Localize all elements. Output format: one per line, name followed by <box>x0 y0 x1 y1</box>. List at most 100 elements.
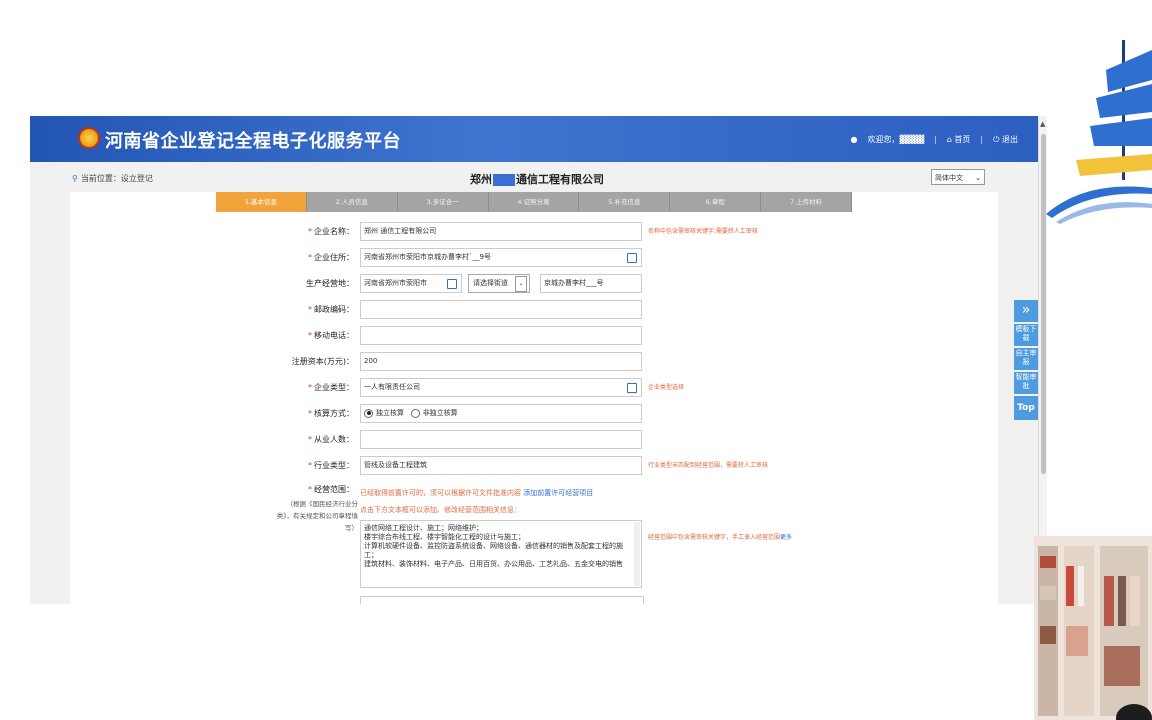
biz-address-region-input[interactable]: 河南省郑州市荥阳市 <box>360 274 462 293</box>
side-expand-button[interactable]: » <box>1014 300 1038 322</box>
accounting-radio-group: 独立核算 非独立核算 <box>360 404 642 423</box>
scope-prelicense-line: 已经取得前置许可的，须可以根据许可文件批准内容 添加前置许可经营项目 <box>360 483 593 503</box>
row-employees: * 从业人数： <box>70 430 998 450</box>
site-title: 河南省企业登记全程电子化服务平台 <box>105 131 401 152</box>
radio-checked-icon <box>364 408 373 418</box>
home-label: 首页 <box>954 135 971 144</box>
company-title: 郑州 通信工程有限公司 <box>470 171 604 187</box>
step-multi-cert[interactable]: 3.多证合一 <box>397 192 489 212</box>
accounting-label: * 核算方式： <box>308 409 354 418</box>
redaction-block <box>493 174 515 186</box>
step-upload[interactable]: 7.上传材料 <box>761 192 853 212</box>
scope-label: * 经营范围： <box>308 485 354 494</box>
scope-hint: 经营范围中包含需审核关键字，手工录入经营范围更多 <box>648 534 793 541</box>
home-link[interactable]: ⌂ 首页 <box>947 134 971 145</box>
address-input[interactable]: 河南省郑州市荥阳市京城办曹李村`__9号 <box>360 248 642 267</box>
radio-non-independent[interactable]: 非独立核算 <box>410 408 458 418</box>
username: ▓▓▓▓ <box>899 135 925 144</box>
industry-input[interactable]: 管线及设备工程建筑 <box>360 456 642 475</box>
company-name-hint: 名称中包含需审核关键字,需要转人工审核 <box>648 228 758 235</box>
employees-label: * 从业人数： <box>308 435 354 444</box>
scope-more-link[interactable]: 更多 <box>780 534 792 541</box>
language-value: 简体中文 <box>935 174 963 182</box>
next-field-partial <box>360 596 644 604</box>
smart-check-button[interactable]: 智能审批 <box>1014 372 1038 394</box>
header-nav: ● 欢迎您，▓▓▓▓ | ⌂ 首页 | ⏻ 退出 <box>851 134 1019 145</box>
industry-label: * 行业类型： <box>308 461 354 470</box>
row-scope: * 经营范围： 已经取得前置许可的，须可以根据许可文件批准内容 添加前置许可经营项… <box>70 480 998 500</box>
portal-page: 河南省企业登记全程电子化服务平台 ● 欢迎您，▓▓▓▓ | ⌂ 首页 | ⏻ 退… <box>30 116 1047 604</box>
step-articles[interactable]: 6.章程 <box>670 192 762 212</box>
employees-input[interactable] <box>360 430 642 449</box>
mobile-label: * 移动电话： <box>308 331 354 340</box>
address-label: * 企业住所： <box>308 253 354 262</box>
ship-logo-icon <box>1046 40 1152 224</box>
street-select[interactable]: 请选择街道 ⌄ <box>468 274 530 293</box>
form-panel: 1.基本信息 2.人员信息 3.多证合一 4.证照分离 5.补充信息 6.章程 … <box>70 192 998 604</box>
template-download-button[interactable]: 模板下载 <box>1014 324 1038 346</box>
national-emblem-icon <box>78 127 100 149</box>
location-bar: ⚲ 当前位置：设立登记 郑州 通信工程有限公司 <box>30 162 1038 194</box>
breadcrumb: ⚲ 当前位置：设立登记 <box>72 173 153 184</box>
step-basic-info[interactable]: 1.基本信息 <box>216 192 307 212</box>
nav-divider: | <box>934 135 937 144</box>
step-progress: 1.基本信息 2.人员信息 3.多证合一 4.证照分离 5.补充信息 6.章程 … <box>216 192 853 212</box>
scope-prelicense-text: 已经取得前置许可的，须可以根据许可文件批准内容 <box>360 489 521 497</box>
breadcrumb-label: 当前位置：设立登记 <box>80 174 153 183</box>
site-header: 河南省企业登记全程电子化服务平台 ● 欢迎您，▓▓▓▓ | ⌂ 首页 | ⏻ 退… <box>30 116 1038 162</box>
row-industry: * 行业类型： 管线及设备工程建筑 行业类型未匹配到经营范围，需要转人工审核 <box>70 456 998 476</box>
row-address: * 企业住所： 河南省郑州市荥阳市京城办曹李村`__9号 <box>70 248 998 268</box>
webcam-image <box>1034 536 1152 720</box>
logout-label: 退出 <box>1002 135 1018 144</box>
map-picker-icon[interactable] <box>447 279 457 289</box>
picker-icon[interactable] <box>627 383 637 393</box>
welcome-text: 欢迎您，▓▓▓▓ <box>867 135 925 144</box>
company-name-input[interactable]: 郑州 通信工程有限公司 <box>360 222 642 241</box>
postcode-label: * 邮政编码： <box>308 305 354 314</box>
row-mobile: * 移动电话： <box>70 326 998 346</box>
back-to-top-button[interactable]: Top <box>1014 396 1038 420</box>
scope-edit-instruction: 点击下方文本框可以添加、修改经营范围相关信息： <box>360 506 521 514</box>
self-check-button[interactable]: 自主审报 <box>1014 348 1038 370</box>
step-license-sep[interactable]: 4.证照分离 <box>488 192 580 212</box>
biz-address-region-value: 河南省郑州市荥阳市 <box>364 279 427 287</box>
company-title-prefix: 郑州 <box>470 173 492 186</box>
company-type-label: * 企业类型： <box>308 383 354 392</box>
scope-textarea[interactable]: 通信网络工程设计、施工；网络维护； 楼宇综合布线工程、楼宇智能化工程的设计与施工… <box>360 520 642 588</box>
nav-divider: | <box>980 135 984 144</box>
row-biz-address: 生产经营地： 河南省郑州市荥阳市 请选择街道 ⌄ 京城办曹李村___号 <box>70 274 998 294</box>
capital-input[interactable]: 200 <box>360 352 642 371</box>
chevron-down-icon: ⌄ <box>975 174 981 182</box>
radio-independent[interactable]: 独立核算 <box>364 408 404 418</box>
row-postcode: * 邮政编码： <box>70 300 998 320</box>
location-pin-icon: ⚲ <box>72 174 78 183</box>
address-value: 河南省郑州市荥阳市京城办曹李村`__9号 <box>364 253 491 261</box>
industry-hint: 行业类型未匹配到经营范围，需要转人工审核 <box>648 462 769 469</box>
decorative-logo <box>1046 0 1152 540</box>
scroll-up-icon[interactable]: ▲ <box>1040 120 1045 128</box>
company-type-input[interactable]: 一人有限责任公司 <box>360 378 642 397</box>
language-select[interactable]: 简体中文 ⌄ <box>931 169 985 185</box>
add-prelicense-link[interactable]: 添加前置许可经营项目 <box>523 489 593 497</box>
company-type-hint: 企业类型选择 <box>648 384 685 391</box>
company-title-suffix: 通信工程有限公司 <box>516 173 604 186</box>
postcode-input[interactable] <box>360 300 642 319</box>
row-capital: 注册资本(万元)： 200 <box>70 352 998 372</box>
radio-unchecked-icon <box>410 408 420 418</box>
capital-label: 注册资本(万元)： <box>291 357 354 366</box>
map-picker-icon[interactable] <box>627 253 637 263</box>
webcam-overlay <box>1034 536 1152 720</box>
step-personnel[interactable]: 2.人员信息 <box>306 192 398 212</box>
step-supplement[interactable]: 5.补充信息 <box>579 192 671 212</box>
logout-link[interactable]: ⏻ 退出 <box>993 134 1018 145</box>
company-type-value: 一人有限责任公司 <box>364 383 420 391</box>
chevron-down-icon: ⌄ <box>515 276 527 292</box>
power-icon: ⏻ <box>993 135 1000 144</box>
textarea-scrollbar[interactable] <box>634 522 640 586</box>
scope-note: （根据《国民经济行业分类》，有关规定和公司章程填写） <box>276 500 358 532</box>
mobile-input[interactable] <box>360 326 642 345</box>
user-icon: ● <box>850 135 858 144</box>
biz-address-detail-input[interactable]: 京城办曹李村___号 <box>540 274 642 293</box>
biz-address-label: 生产经营地： <box>306 279 354 288</box>
company-name-label: * 企业名称： <box>308 227 354 236</box>
